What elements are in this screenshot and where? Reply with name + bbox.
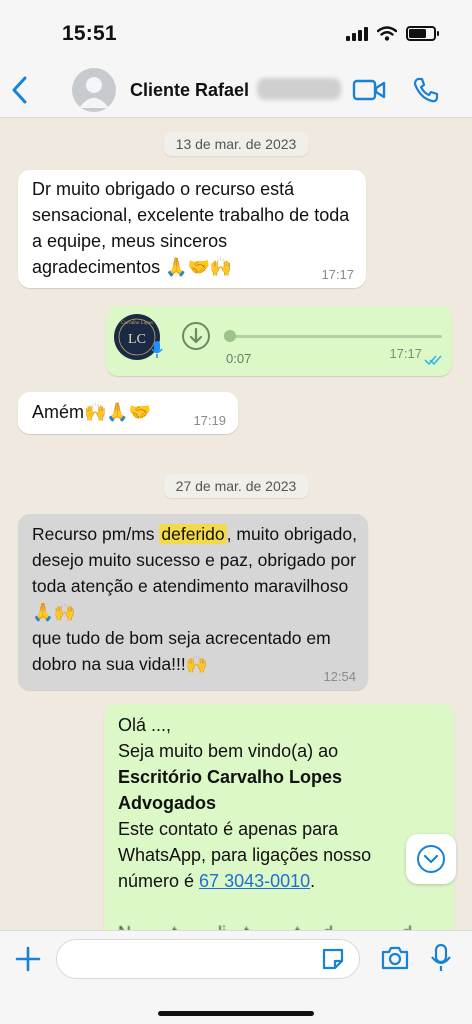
microphone-icon: [151, 341, 163, 358]
message-time: 17:19: [193, 413, 226, 428]
chat-header: Cliente Rafael: [0, 62, 472, 118]
status-time: 15:51: [62, 22, 117, 45]
contact-name[interactable]: Cliente Rafael: [130, 80, 249, 101]
message-text: Recurso pm/ms deferido, muito obrigado, …: [32, 521, 362, 677]
status-icons: [346, 26, 439, 41]
message-partial-line: N… …t… …li…t… …t… d… … …d… …: [118, 920, 438, 930]
punctuation: .: [310, 871, 316, 891]
sticker-icon[interactable]: [320, 946, 346, 972]
message-text: Dr muito obrigado o recurso está sensaci…: [32, 179, 355, 277]
date-separator: 27 de mar. de 2023: [163, 474, 309, 498]
logo-monogram: LC: [128, 332, 146, 347]
voice-scrubber[interactable]: [224, 330, 236, 342]
composer-bar: [0, 930, 472, 1024]
microphone-icon[interactable]: [430, 943, 452, 973]
message-info: Este contato é apenas para WhatsApp, par…: [118, 816, 418, 894]
wifi-icon: [377, 26, 397, 41]
camera-icon[interactable]: [380, 945, 410, 971]
voice-progress-track[interactable]: [226, 335, 442, 338]
message-text-after: , muito obrigado, desejo muito sucesso e…: [32, 524, 357, 674]
voice-duration: 0:07: [226, 351, 252, 366]
message-bubble[interactable]: Amém🙌🙏🤝 17:19: [18, 392, 238, 434]
phone-link[interactable]: 67 3043-0010: [199, 871, 310, 891]
firm-name: Escritório Carvalho Lopes Advogados: [118, 767, 347, 813]
message-welcome: Seja muito bem vindo(a) ao: [118, 741, 339, 761]
home-indicator: [158, 1011, 314, 1016]
message-time: 17:17: [389, 346, 422, 361]
message-greeting: Olá ...,: [118, 715, 172, 735]
message-text-before: Recurso pm/ms: [32, 524, 160, 544]
message-time: 12:54: [323, 669, 356, 684]
message-input[interactable]: [56, 939, 360, 979]
message-time: 17:17: [321, 267, 354, 282]
video-camera-icon[interactable]: [352, 78, 386, 102]
voice-message[interactable]: Carvalho Lopes LC 0:07 17:17: [106, 306, 452, 376]
scroll-down-button[interactable]: [406, 834, 456, 884]
chevron-left-icon[interactable]: [8, 75, 32, 105]
logo-lettering: Carvalho Lopes: [121, 321, 153, 326]
redacted-surname: [257, 78, 341, 100]
read-ticks-icon: [424, 355, 442, 366]
highlighted-word: deferido: [159, 524, 227, 544]
plus-icon[interactable]: [14, 945, 42, 973]
battery-icon: [406, 26, 439, 41]
signal-icon: [346, 26, 368, 41]
chevron-down-circle-icon: [417, 845, 445, 873]
message-bubble[interactable]: Olá ..., Seja muito bem vindo(a) ao Escr…: [104, 704, 454, 930]
avatar[interactable]: [72, 68, 116, 112]
download-icon[interactable]: [180, 320, 212, 352]
date-separator: 13 de mar. de 2023: [163, 132, 309, 156]
message-bubble[interactable]: Recurso pm/ms deferido, muito obrigado, …: [18, 514, 368, 690]
message-bubble[interactable]: Dr muito obrigado o recurso está sensaci…: [18, 170, 366, 288]
chat-area[interactable]: 13 de mar. de 2023 Dr muito obrigado o r…: [0, 118, 472, 930]
phone-icon[interactable]: [412, 76, 440, 104]
person-icon: [79, 77, 109, 108]
status-bar: 15:51: [0, 0, 472, 62]
